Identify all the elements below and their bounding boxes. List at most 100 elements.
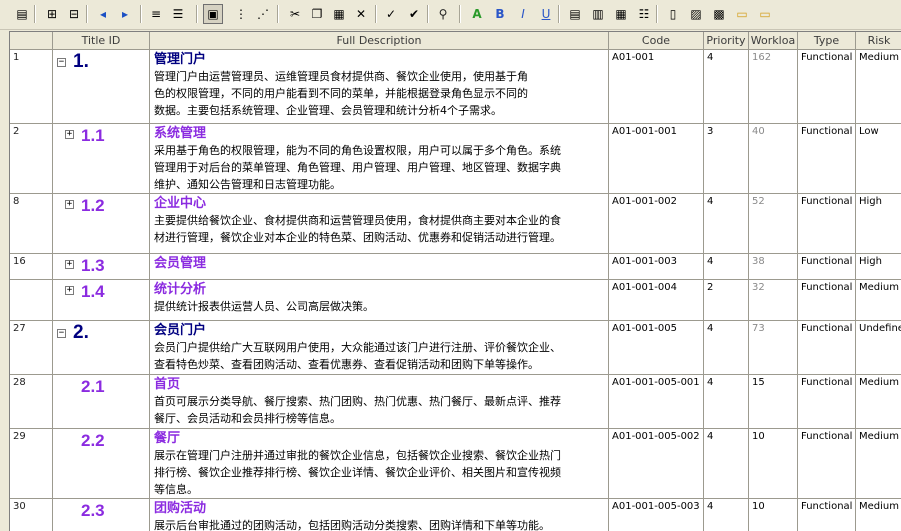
spell-check-all-icon[interactable]: ✔: [404, 4, 424, 24]
expand-icon[interactable]: +: [65, 200, 74, 209]
row-id-cell[interactable]: 16: [10, 254, 53, 279]
open-folder-icon[interactable]: ▭: [732, 4, 752, 24]
paste-icon[interactable]: ▦: [329, 4, 349, 24]
code-cell[interactable]: A01-001-001: [609, 124, 704, 193]
collapse-icon[interactable]: −: [57, 329, 66, 338]
description-cell[interactable]: 系统管理 采用基于角色的权限管理，能为不同的角色设置权限，用户可以属于多个角色。系…: [150, 124, 609, 193]
priority-cell[interactable]: 4: [704, 429, 749, 498]
underline-icon[interactable]: U: [536, 4, 556, 24]
risk-cell[interactable]: Medium: [856, 375, 901, 428]
expand-icon[interactable]: +: [65, 260, 74, 269]
priority-cell[interactable]: 3: [704, 124, 749, 193]
type-cell[interactable]: Functional: [798, 280, 856, 320]
column-header-code[interactable]: Code: [609, 32, 704, 50]
priority-cell[interactable]: 4: [704, 321, 749, 374]
column-header-risk[interactable]: Risk: [856, 32, 901, 50]
row-id-cell[interactable]: 28: [10, 375, 53, 428]
code-cell[interactable]: A01-001-002: [609, 194, 704, 253]
code-cell[interactable]: A01-001-005-003: [609, 499, 704, 531]
new-doc-icon[interactable]: ▯: [663, 4, 683, 24]
title-id-cell[interactable]: −1.: [53, 50, 150, 123]
table-row[interactable]: 2 +1.1 系统管理 采用基于角色的权限管理，能为不同的角色设置权限，用户可以属于多…: [10, 124, 901, 194]
find-icon[interactable]: ⚲: [433, 4, 453, 24]
priority-cell[interactable]: 4: [704, 375, 749, 428]
row-id-cell[interactable]: 29: [10, 429, 53, 498]
align-lines-icon[interactable]: ≡: [146, 4, 166, 24]
edit-image-icon[interactable]: ▩: [709, 4, 729, 24]
justify-lines-icon[interactable]: ☰: [168, 4, 188, 24]
numbering-icon[interactable]: ⋮: [231, 4, 251, 24]
delete-icon[interactable]: ✕: [351, 4, 371, 24]
outdent-table-icon[interactable]: ⊟: [64, 4, 84, 24]
column-header-workload[interactable]: Workloa: [749, 32, 798, 50]
description-cell[interactable]: 餐厅 展示在管理门户注册并通过审批的餐饮企业信息，包括餐饮企业搜索、餐饮企业热门 …: [150, 429, 609, 498]
title-id-cell[interactable]: −2.: [53, 321, 150, 374]
description-cell[interactable]: 会员管理: [150, 254, 609, 279]
code-cell[interactable]: A01-001: [609, 50, 704, 123]
priority-cell[interactable]: 2: [704, 280, 749, 320]
image-icon[interactable]: ▨: [686, 4, 706, 24]
table-row[interactable]: 16 +1.3 会员管理 A01-001-003 4 38 Functional High: [10, 254, 901, 280]
code-cell[interactable]: A01-001-005-001: [609, 375, 704, 428]
outline-view-icon[interactable]: ▣: [203, 4, 223, 24]
table-row[interactable]: 30 2.3 团购活动 展示后台审批通过的团购活动，包括团购活动分类搜索、团购详情和下…: [10, 499, 901, 531]
priority-cell[interactable]: 4: [704, 499, 749, 531]
workload-cell[interactable]: 52: [749, 194, 798, 253]
expand-icon[interactable]: +: [65, 130, 74, 139]
code-cell[interactable]: A01-001-004: [609, 280, 704, 320]
title-id-cell[interactable]: 2.3: [53, 499, 150, 531]
bullet-list-icon[interactable]: ☷: [634, 4, 654, 24]
workload-cell[interactable]: 73: [749, 321, 798, 374]
table-row[interactable]: 8 +1.2 企业中心 主要提供给餐饮企业、食材提供商和运营管理员使用，食材提供商主要…: [10, 194, 901, 254]
title-id-cell[interactable]: 2.1: [53, 375, 150, 428]
copy-icon[interactable]: ❐: [307, 4, 327, 24]
workload-cell[interactable]: 10: [749, 499, 798, 531]
table-row[interactable]: +1.4 统计分析 提供统计报表供运营人员、公司高层做决策。 A01-001-004 2…: [10, 280, 901, 321]
row-id-cell[interactable]: 2: [10, 124, 53, 193]
type-cell[interactable]: Functional: [798, 254, 856, 279]
description-cell[interactable]: 管理门户 管理门户由运营管理员、运维管理员食材提供商、餐饮企业使用，使用基于角 色…: [150, 50, 609, 123]
row-id-cell[interactable]: 8: [10, 194, 53, 253]
workload-cell[interactable]: 162: [749, 50, 798, 123]
type-cell[interactable]: Functional: [798, 321, 856, 374]
column-header-id[interactable]: [10, 32, 53, 50]
table-row[interactable]: 28 2.1 首页 首页可展示分类导航、餐厅搜索、热门团购、热门优惠、热门餐厅、最新点…: [10, 375, 901, 429]
arrow-left-icon[interactable]: ◂: [93, 4, 113, 24]
risk-cell[interactable]: Low: [856, 124, 901, 193]
code-cell[interactable]: A01-001-003: [609, 254, 704, 279]
title-id-cell[interactable]: +1.2: [53, 194, 150, 253]
column-header-type[interactable]: Type: [798, 32, 856, 50]
risk-cell[interactable]: Medium: [856, 280, 901, 320]
workload-cell[interactable]: 40: [749, 124, 798, 193]
row-id-cell[interactable]: [10, 280, 53, 320]
cut-icon[interactable]: ✂: [285, 4, 305, 24]
type-cell[interactable]: Functional: [798, 194, 856, 253]
align-right-icon[interactable]: ▦: [611, 4, 631, 24]
title-id-cell[interactable]: +1.4: [53, 280, 150, 320]
description-cell[interactable]: 首页 首页可展示分类导航、餐厅搜索、热门团购、热门优惠、热门餐厅、最新点评、推荐 …: [150, 375, 609, 428]
bold-icon[interactable]: B: [490, 4, 510, 24]
workload-cell[interactable]: 38: [749, 254, 798, 279]
priority-cell[interactable]: 4: [704, 194, 749, 253]
column-header-title-id[interactable]: Title ID: [53, 32, 150, 50]
font-a-icon[interactable]: A: [467, 4, 487, 24]
description-cell[interactable]: 统计分析 提供统计报表供运营人员、公司高层做决策。: [150, 280, 609, 320]
risk-cell[interactable]: Medium: [856, 429, 901, 498]
priority-cell[interactable]: 4: [704, 50, 749, 123]
risk-cell[interactable]: High: [856, 254, 901, 279]
type-cell[interactable]: Functional: [798, 375, 856, 428]
description-cell[interactable]: 企业中心 主要提供给餐饮企业、食材提供商和运营管理员使用，食材提供商主要对本企业的…: [150, 194, 609, 253]
properties-icon[interactable]: ▤: [12, 4, 32, 24]
indent-table-icon[interactable]: ⊞: [42, 4, 62, 24]
row-id-cell[interactable]: 27: [10, 321, 53, 374]
collapse-icon[interactable]: −: [57, 58, 66, 67]
description-cell[interactable]: 团购活动 展示后台审批通过的团购活动，包括团购活动分类搜索、团购详情和下单等功能。: [150, 499, 609, 531]
code-cell[interactable]: A01-001-005: [609, 321, 704, 374]
title-id-cell[interactable]: 2.2: [53, 429, 150, 498]
title-id-cell[interactable]: +1.1: [53, 124, 150, 193]
column-header-full-description[interactable]: Full Description: [150, 32, 609, 50]
expand-icon[interactable]: +: [65, 286, 74, 295]
risk-cell[interactable]: Undefine: [856, 321, 901, 374]
code-cell[interactable]: A01-001-005-002: [609, 429, 704, 498]
type-cell[interactable]: Functional: [798, 499, 856, 531]
